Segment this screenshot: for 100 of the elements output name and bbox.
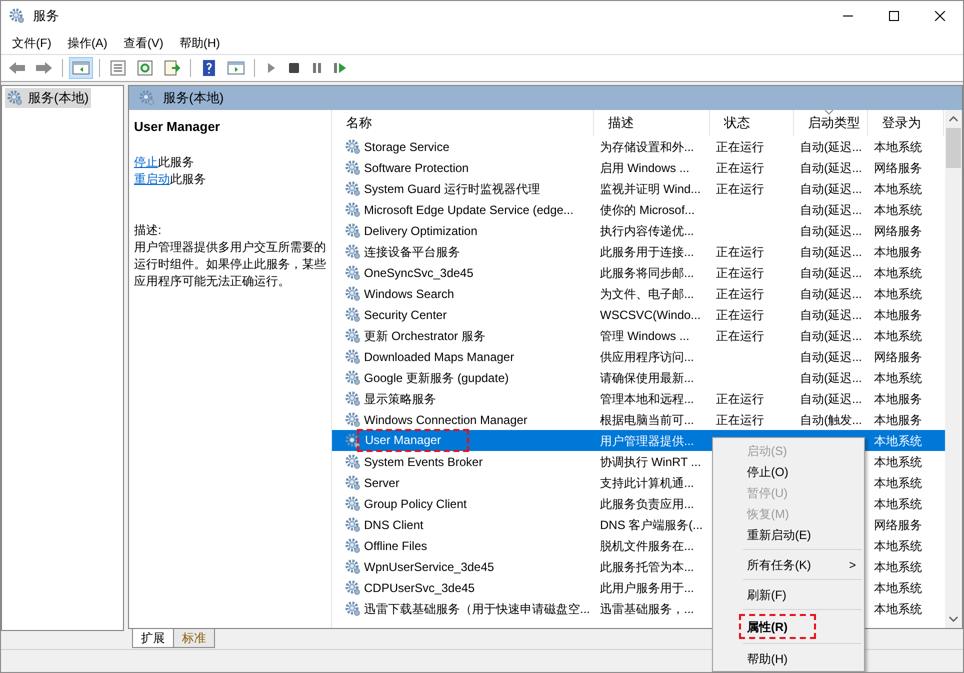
startup-type: 自动(延迟... [800, 140, 862, 154]
service-name[interactable]: Microsoft Edge Update Service (edge... [364, 200, 574, 218]
column-header[interactable]: 描述 [594, 110, 710, 136]
gear-icon [345, 390, 361, 406]
logon-account: 本地系统 [874, 454, 922, 468]
service-title: User Manager [134, 118, 221, 135]
service-name[interactable]: Security Center [364, 306, 447, 324]
gear-icon [345, 600, 361, 616]
column-header[interactable]: 启动类型 [794, 110, 868, 136]
service-name[interactable]: System Guard 运行时监视器代理 [364, 180, 540, 198]
service-name[interactable]: Windows Connection Manager [364, 410, 528, 428]
service-name[interactable]: Downloaded Maps Manager [364, 348, 514, 366]
service-description: 为存储设置和外... [600, 140, 694, 154]
gear-icon [345, 138, 361, 154]
service-name[interactable]: WpnUserService_3de45 [364, 558, 494, 576]
service-name[interactable]: System Events Broker [364, 452, 483, 470]
action-text: 此服务 [170, 171, 206, 188]
context-menu-item[interactable]: 帮助(H) [713, 648, 864, 669]
logon-account: 本地服务 [874, 308, 922, 322]
service-status: 正在运行 [716, 412, 764, 426]
console-tree-button[interactable] [69, 57, 93, 79]
context-menu-item[interactable]: 刷新(F) [713, 584, 864, 605]
service-description: 迅雷基础服务，... [600, 602, 694, 616]
menu-item[interactable]: 操作(A) [59, 31, 116, 54]
service-status: 正在运行 [716, 308, 764, 322]
maximize-icon [889, 11, 899, 21]
service-name: User Manager [357, 429, 470, 452]
service-name[interactable]: Delivery Optimization [364, 222, 478, 240]
service-description: 此服务负责应用... [600, 496, 694, 510]
service-name[interactable]: DNS Client [364, 516, 424, 534]
service-description: 供应用程序访问... [600, 350, 694, 364]
tree-item[interactable]: 服务(本地) [5, 88, 91, 108]
back-arrow-icon [8, 60, 26, 76]
service-description: 管理本地和远程... [600, 392, 694, 406]
startup-type: 自动(延迟... [800, 244, 862, 258]
startup-type: 自动(延迟... [800, 286, 862, 300]
column-header[interactable]: 状态 [710, 110, 794, 136]
service-description: 用户管理器提供... [600, 434, 694, 448]
logon-account: 本地系统 [874, 496, 922, 510]
service-description: 此服务托管为本... [600, 560, 694, 574]
gear-icon [345, 286, 361, 302]
resume-icon [333, 60, 347, 76]
service-description: 支持此计算机通... [600, 476, 694, 490]
logon-account: 本地系统 [874, 476, 922, 490]
service-name[interactable]: Google 更新服务 (gupdate) [364, 368, 509, 386]
column-header[interactable]: 登录为 [868, 110, 944, 136]
scrollbar-thumb[interactable] [946, 128, 961, 168]
service-description: 启用 Windows ... [600, 160, 690, 174]
action-link[interactable]: 重启动 [134, 171, 170, 188]
logon-account: 本地系统 [874, 202, 922, 216]
startup-type: 自动(延迟... [800, 160, 862, 174]
view-tab[interactable]: 标准 [173, 629, 215, 648]
service-name[interactable]: 连接设备平台服务 [364, 242, 460, 260]
service-description: DNS 客户端服务(... [600, 518, 703, 532]
sort-caret-icon [825, 110, 833, 115]
context-menu-item[interactable]: 所有任务(K) > [713, 554, 864, 575]
gear-icon [345, 496, 361, 512]
service-name[interactable]: Software Protection [364, 158, 469, 176]
service-name[interactable]: CDPUserSvc_3de45 [364, 578, 475, 596]
gear-icon [345, 244, 361, 260]
app-gear-icon [9, 8, 25, 24]
gear-icon [139, 90, 155, 106]
gear-icon [345, 432, 361, 448]
gear-icon [345, 412, 361, 428]
logon-account: 本地系统 [874, 266, 922, 280]
logon-account: 本地系统 [874, 580, 922, 594]
service-status: 正在运行 [716, 182, 764, 196]
service-description: 请确保使用最新... [600, 370, 694, 384]
menu-item[interactable]: 帮助(H) [171, 31, 228, 54]
menu-item[interactable]: 查看(V) [115, 31, 172, 54]
gear-icon [7, 90, 23, 106]
export-list-icon [163, 60, 181, 76]
scrollbar[interactable] [945, 110, 962, 628]
service-name[interactable]: OneSyncSvc_3de45 [364, 264, 474, 282]
action-link[interactable]: 停止 [134, 154, 158, 171]
service-name[interactable]: 迅雷下载基础服务（用于快速申请磁盘空... [364, 600, 590, 618]
context-menu-item[interactable]: 重新启动(E) [713, 524, 864, 545]
window-panel-icon [227, 60, 245, 76]
service-name[interactable]: Offline Files [364, 536, 428, 554]
gear-icon [345, 516, 361, 532]
scroll-up-icon [949, 116, 958, 122]
logon-account: 本地服务 [874, 244, 922, 258]
service-description: 脱机文件服务在... [600, 538, 694, 552]
startup-type: 自动(延迟... [800, 266, 862, 280]
service-name[interactable]: Storage Service [364, 138, 450, 156]
service-name[interactable]: Server [364, 474, 400, 492]
service-name[interactable]: Group Policy Client [364, 494, 467, 512]
service-description: 管理 Windows ... [600, 328, 690, 342]
service-description: WSCSVC(Windo... [600, 308, 701, 322]
gear-icon [345, 558, 361, 574]
context-menu-item[interactable]: 停止(O) [713, 461, 864, 482]
column-header[interactable]: 名称 [332, 110, 594, 136]
service-name[interactable]: 更新 Orchestrator 服务 [364, 326, 486, 344]
view-tab[interactable]: 扩展 [132, 629, 174, 648]
service-name[interactable]: 显示策略服务 [364, 390, 436, 408]
service-name[interactable]: Windows Search [364, 284, 454, 302]
context-menu-item[interactable]: 属性(R) [739, 614, 816, 639]
gear-icon [345, 474, 361, 490]
service-description: 此服务用于连接... [600, 244, 694, 258]
menu-item[interactable]: 文件(F) [4, 31, 60, 54]
